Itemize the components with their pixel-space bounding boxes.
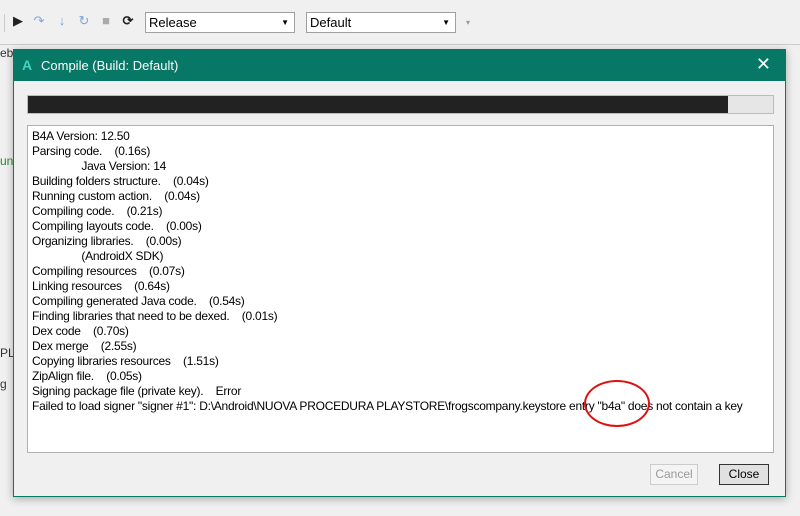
log-line: Parsing code. (0.16s) [32,144,151,158]
background-text: g [0,377,7,391]
background-text: un [0,154,14,168]
log-line: Dex merge (2.55s) [32,339,137,353]
stop-icon[interactable]: ■ [98,13,114,28]
dialog-title: Compile (Build: Default) [41,58,179,73]
build-target-value: Default [310,15,352,30]
log-line: Running custom action. (0.04s) [32,189,200,203]
dialog-titlebar: A Compile (Build: Default) ✕ [14,50,785,81]
step-out-icon[interactable]: ↻ [76,13,92,29]
red-annotation-circle [584,380,650,427]
log-line: Signing package file (private key). Erro… [32,384,242,398]
log-line: Java Version: 14 [32,159,167,173]
log-line: Copying libraries resources (1.51s) [32,354,219,368]
log-line: Linking resources (0.64s) [32,279,170,293]
log-line: Compiling layouts code. (0.00s) [32,219,202,233]
chevron-down-icon: ▼ [281,18,289,27]
compile-log[interactable]: B4A Version: 12.50 Parsing code. (0.16s) … [27,125,774,453]
log-line: Building folders structure. (0.04s) [32,174,209,188]
progress-fill [28,96,729,113]
build-config-select[interactable]: Release ▼ [145,12,295,33]
log-line: Dex code (0.70s) [32,324,129,338]
background-tab: eb [0,46,14,60]
log-line: (AndroidX SDK) [32,249,164,263]
log-line: Organizing libraries. (0.00s) [32,234,182,248]
log-line: ZipAlign file. (0.05s) [32,369,142,383]
toolbar-separator [4,14,5,32]
log-line: Failed to load signer "signer #1": D:\An… [32,399,743,413]
log-line: B4A Version: 12.50 [32,129,130,143]
toolbar: ▶ ↷ ↓ ↻ ■ ⟳ Release ▼ Default ▼ ▾ [0,0,800,44]
log-line: Compiling generated Java code. (0.54s) [32,294,245,308]
log-line: Finding libraries that need to be dexed.… [32,309,278,323]
divider [0,44,800,45]
build-config-value: Release [149,15,197,30]
restart-icon[interactable]: ⟳ [120,13,136,29]
build-target-select[interactable]: Default ▼ [306,12,456,33]
step-into-icon[interactable]: ↓ [54,13,70,28]
toolbar-overflow-icon[interactable]: ▾ [460,18,476,27]
run-icon[interactable]: ▶ [10,13,26,29]
cancel-button[interactable]: Cancel [650,464,698,485]
compile-dialog: A Compile (Build: Default) ✕ B4A Version… [13,49,786,497]
step-over-icon[interactable]: ↷ [31,13,47,29]
close-icon[interactable]: ✕ [756,54,771,75]
close-button[interactable]: Close [719,464,769,485]
log-line: Compiling code. (0.21s) [32,204,163,218]
compile-progress-bar [27,95,774,114]
log-line: Compiling resources (0.07s) [32,264,185,278]
b4a-logo-icon: A [22,57,33,73]
chevron-down-icon: ▼ [442,18,450,27]
